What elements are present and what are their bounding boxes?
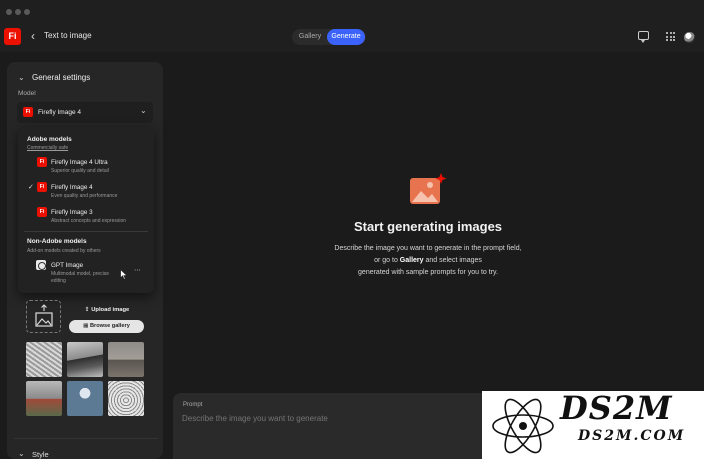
avatar[interactable]: [684, 32, 695, 43]
watermark-title: DS2M: [560, 389, 673, 427]
tab-gallery[interactable]: Gallery: [296, 30, 324, 44]
chevron-down-icon[interactable]: ⌄: [140, 106, 147, 115]
watermark-subtitle: DS2M.COM: [578, 428, 686, 444]
feedback-icon[interactable]: [638, 31, 649, 43]
apps-grid-icon[interactable]: [666, 32, 675, 41]
tab-generate[interactable]: Generate: [327, 29, 365, 45]
sample-thumbnail[interactable]: [108, 342, 144, 377]
adobe-models-heading: Adobe models: [27, 136, 72, 143]
upload-image-label: Upload image: [91, 307, 130, 313]
menu-item-description: editing: [51, 278, 66, 284]
menu-item-firefly-image-4-ultra[interactable]: Firefly Image 4 Ultra: [51, 159, 108, 166]
model-select-value: Firefly Image 4: [38, 109, 81, 116]
atom-logo-icon: [492, 398, 554, 454]
reference-image-dropzone[interactable]: [26, 300, 61, 333]
prompt-input[interactable]: [182, 412, 482, 424]
menu-item-firefly-image-4[interactable]: Firefly Image 4: [51, 184, 93, 191]
divider: [24, 231, 148, 232]
empty-state-line: generated with sample prompts for you to…: [358, 269, 498, 276]
style-section-title[interactable]: Style: [32, 450, 49, 459]
menu-item-description: Superior quality and detail: [51, 168, 109, 174]
checkmark-icon: ✓: [28, 184, 34, 191]
more-options-icon[interactable]: ⋯: [134, 266, 142, 274]
chevron-down-icon[interactable]: ⌄: [18, 73, 25, 82]
divider: [14, 438, 158, 439]
menu-item-gpt-image[interactable]: GPT Image: [51, 262, 83, 269]
firefly-logo[interactable]: Fi: [4, 28, 21, 45]
browse-gallery-button[interactable]: ▦ Browse gallery: [69, 320, 144, 333]
page-margin: [704, 0, 720, 459]
menu-item-firefly-image-3[interactable]: Firefly Image 3: [51, 209, 93, 216]
upload-image-button[interactable]: ⇪ Upload image: [70, 304, 144, 316]
sample-thumbnail[interactable]: [67, 342, 103, 377]
non-adobe-models-heading: Non-Adobe models: [27, 238, 87, 245]
prompt-label: Prompt: [183, 402, 203, 408]
firefly-badge-icon: Fi: [37, 157, 47, 167]
empty-state-title: Start generating images: [353, 219, 503, 234]
general-settings-title[interactable]: General settings: [32, 73, 90, 82]
menu-item-description: Abstract concepts and expression: [51, 218, 127, 224]
gallery-link[interactable]: Gallery: [400, 257, 424, 264]
browse-gallery-label: Browse gallery: [90, 323, 130, 329]
page-title: Text to image: [44, 31, 92, 40]
menu-item-description: Even quality and performance: [51, 193, 118, 199]
image-upload-icon: [35, 304, 53, 327]
menu-item-description: Multimodal model, precise: [51, 271, 110, 277]
commercially-safe-link[interactable]: Commercially safe: [27, 145, 68, 151]
firefly-badge-icon: Fi: [37, 182, 47, 192]
firefly-badge-icon: Fi: [37, 207, 47, 217]
chevron-down-icon[interactable]: ⌄: [18, 449, 25, 458]
sample-thumbnail[interactable]: [26, 381, 62, 416]
empty-state-line: or go to Gallery and select images: [374, 257, 482, 264]
window-zoom-button[interactable]: [24, 9, 30, 15]
openai-icon: [36, 260, 46, 270]
window-titlebar: [0, 0, 704, 22]
firefly-badge-icon: Fi: [23, 107, 33, 117]
gallery-icon: ▦: [83, 323, 91, 329]
image-generate-icon: [410, 173, 447, 204]
window-close-button[interactable]: [6, 9, 12, 15]
sample-thumbnail[interactable]: [108, 381, 144, 416]
model-label: Model: [18, 90, 36, 97]
mouse-cursor-icon: [120, 267, 129, 285]
empty-state-description: Describe the image you want to generate …: [296, 243, 560, 279]
empty-state-line: Describe the image you want to generate …: [334, 245, 522, 252]
sample-thumbnail[interactable]: [67, 381, 103, 416]
window-minimize-button[interactable]: [15, 9, 21, 15]
sample-thumbnail[interactable]: [26, 342, 62, 377]
chevron-left-icon[interactable]: ‹: [31, 29, 35, 43]
non-adobe-models-subheading: Add-on models created by others: [27, 248, 101, 254]
